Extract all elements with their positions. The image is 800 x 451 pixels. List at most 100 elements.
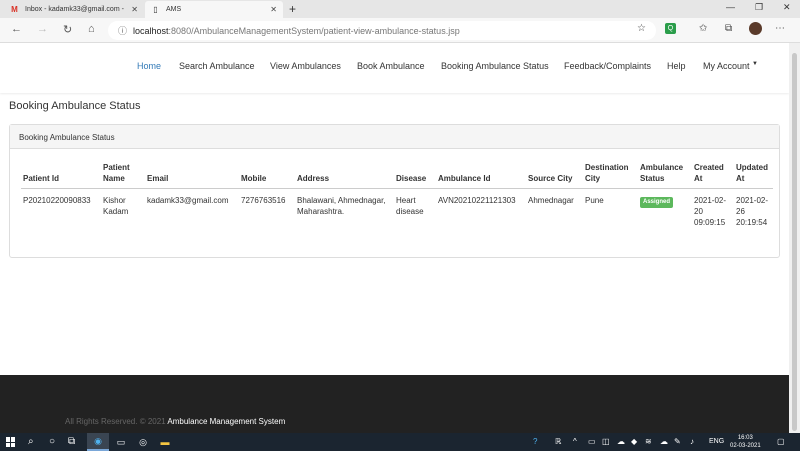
pen-icon[interactable]: ✎ xyxy=(674,437,681,446)
footer-brand[interactable]: Ambulance Management System xyxy=(167,417,285,426)
col-email: Email xyxy=(145,159,239,189)
col-mobile: Mobile xyxy=(239,159,295,189)
page-icon: ▯ xyxy=(153,5,158,14)
browser-tab-bar: M Inbox - kadamk33@gmail.com - ✕ ▯ AMS ✕… xyxy=(0,0,800,18)
url-host: localhost xyxy=(133,25,169,36)
col-ambulance-id: Ambulance Id xyxy=(436,159,526,189)
cell-address: Bhalawani, Ahmednagar, Maharashtra. xyxy=(297,196,386,216)
nav-view-ambulances[interactable]: View Ambulances xyxy=(270,61,341,71)
extension-icon[interactable]: Q xyxy=(665,23,676,34)
cell-destination-city: Pune xyxy=(585,196,604,205)
col-updated-at: Updated At xyxy=(734,159,773,189)
nav-my-account[interactable]: My Account ▼ xyxy=(703,61,758,71)
tab-ams[interactable]: ▯ AMS ✕ xyxy=(145,1,283,18)
tab-title: Inbox - kadamk33@gmail.com - xyxy=(25,6,124,13)
col-address: Address xyxy=(295,159,394,189)
close-icon[interactable]: ✕ xyxy=(270,5,277,14)
cortana-icon[interactable]: ○ xyxy=(49,436,55,447)
cell-email: kadamk33@gmail.com xyxy=(147,196,229,205)
restore-icon[interactable]: ❐ xyxy=(755,2,763,13)
close-icon[interactable]: ✕ xyxy=(131,5,138,14)
cell-mobile: 7276763516 xyxy=(241,196,286,205)
system-clock[interactable]: 16:03 02-03-2021 xyxy=(730,434,761,450)
my-account-label: My Account xyxy=(703,61,750,71)
menu-dots-icon[interactable]: ⋯ xyxy=(775,23,785,34)
windows-taskbar: ⌕ ○ ⧉ ◉ ▭ ◎ ▬ ? ℝ ^ ▭ ◫ ☁ ◆ ≋ ☁ ✎ ♪ ENG … xyxy=(0,433,800,451)
cell-source-city: Ahmednagar xyxy=(528,196,574,205)
help-icon[interactable]: ? xyxy=(533,437,537,446)
battery-icon[interactable]: ▭ xyxy=(588,437,596,446)
edge-browser-icon[interactable]: ◉ xyxy=(87,433,109,451)
scrollbar-thumb[interactable] xyxy=(792,53,797,431)
home-icon[interactable]: ⌂ xyxy=(88,23,95,35)
info-icon[interactable]: ⓘ xyxy=(118,24,127,37)
app-icon[interactable]: ◎ xyxy=(132,433,154,451)
people-icon[interactable]: ℝ xyxy=(555,437,561,446)
cell-patient-id: P20210220090833 xyxy=(23,196,91,205)
cloud-icon[interactable]: ☁ xyxy=(617,437,625,446)
col-disease: Disease xyxy=(394,159,436,189)
cell-ambulance-id: AVN20210221121303 xyxy=(438,196,516,205)
table-row: P20210220090833 Kishor Kadam kadamk33@gm… xyxy=(21,189,773,235)
panel-title: Booking Ambulance Status xyxy=(10,125,779,149)
nav-feedback[interactable]: Feedback/Complaints xyxy=(564,61,651,71)
page-footer: All Rights Reserved. © 2021 Ambulance Ma… xyxy=(0,375,789,433)
footer-prefix: All Rights Reserved. © 2021 xyxy=(65,417,166,426)
col-created-at: Created At xyxy=(692,159,734,189)
nav-home[interactable]: Home xyxy=(137,61,161,71)
cell-status: Assigned xyxy=(638,189,692,235)
page-scrollbar[interactable] xyxy=(789,43,800,433)
status-panel: Booking Ambulance Status Patient Id Pati… xyxy=(9,124,780,258)
new-tab-button[interactable]: + xyxy=(289,2,296,16)
close-window-icon[interactable]: ✕ xyxy=(783,2,791,13)
url-bar[interactable]: ⓘ localhost:8080/AmbulanceManagementSyst… xyxy=(108,21,656,40)
nav-booking-status[interactable]: Booking Ambulance Status xyxy=(441,61,549,71)
task-view-icon[interactable]: ⧉ xyxy=(68,436,75,447)
booking-status-table: Patient Id Patient Name Email Mobile Add… xyxy=(21,159,773,234)
wifi-icon[interactable]: ≋ xyxy=(645,437,652,446)
nav-search-ambulance[interactable]: Search Ambulance xyxy=(179,61,255,71)
cell-patient-name: Kishor Kadam xyxy=(103,196,129,216)
windows-start-icon[interactable] xyxy=(6,437,16,447)
tab-title: AMS xyxy=(166,6,182,13)
collections-icon[interactable]: ⧉ xyxy=(725,23,732,34)
nav-help[interactable]: Help xyxy=(667,61,686,71)
col-patient-name: Patient Name xyxy=(101,159,145,189)
search-icon[interactable]: ⌕ xyxy=(28,436,34,447)
caret-down-icon: ▼ xyxy=(752,61,758,67)
tab-inbox[interactable]: M Inbox - kadamk33@gmail.com - ✕ xyxy=(4,1,144,18)
top-navbar: Home Search Ambulance View Ambulances Bo… xyxy=(0,43,789,93)
profile-avatar[interactable] xyxy=(749,22,762,35)
minimize-icon[interactable]: — xyxy=(726,2,735,12)
cell-created-at: 2021-02-20 09:09:15 xyxy=(694,196,727,227)
cell-updated-at: 2021-02-26 20:19:54 xyxy=(736,196,769,227)
dropbox-icon[interactable]: ◆ xyxy=(631,437,637,446)
terminal-icon[interactable]: ▭ xyxy=(110,433,132,451)
nav-book-ambulance[interactable]: Book Ambulance xyxy=(357,61,425,71)
status-badge: Assigned xyxy=(640,197,674,208)
notifications-icon[interactable]: ▢ xyxy=(777,437,785,446)
chevron-up-icon[interactable]: ^ xyxy=(573,437,577,446)
language-indicator[interactable]: ENG xyxy=(709,438,724,445)
clock-time: 16:03 xyxy=(737,435,753,441)
footer-copyright: All Rights Reserved. © 2021 Ambulance Ma… xyxy=(65,417,285,426)
forward-icon[interactable]: → xyxy=(37,23,48,35)
url-path: :8080/AmbulanceManagementSystem/patient-… xyxy=(168,25,460,36)
file-explorer-icon[interactable]: ▬ xyxy=(154,433,176,451)
onedrive-icon[interactable]: ☁ xyxy=(660,437,668,446)
col-destination-city: Destination City xyxy=(583,159,638,189)
meet-now-icon[interactable]: ◫ xyxy=(602,437,610,446)
address-toolbar: ← → ↻ ⌂ ⓘ localhost:8080/AmbulanceManage… xyxy=(0,18,800,43)
gmail-icon: M xyxy=(11,5,18,14)
cell-disease: Heart disease xyxy=(396,196,424,216)
favorites-icon[interactable]: ✩ xyxy=(699,23,707,34)
col-source-city: Source City xyxy=(526,159,583,189)
volume-icon[interactable]: ♪ xyxy=(690,437,694,446)
refresh-icon[interactable]: ↻ xyxy=(63,23,72,36)
col-patient-id: Patient Id xyxy=(21,159,101,189)
col-ambulance-status: Ambulance Status xyxy=(638,159,692,189)
favorite-star-icon[interactable]: ☆ xyxy=(637,23,646,34)
clock-date: 02-03-2021 xyxy=(730,443,761,449)
back-icon[interactable]: ← xyxy=(11,23,22,35)
table-header-row: Patient Id Patient Name Email Mobile Add… xyxy=(21,159,773,189)
